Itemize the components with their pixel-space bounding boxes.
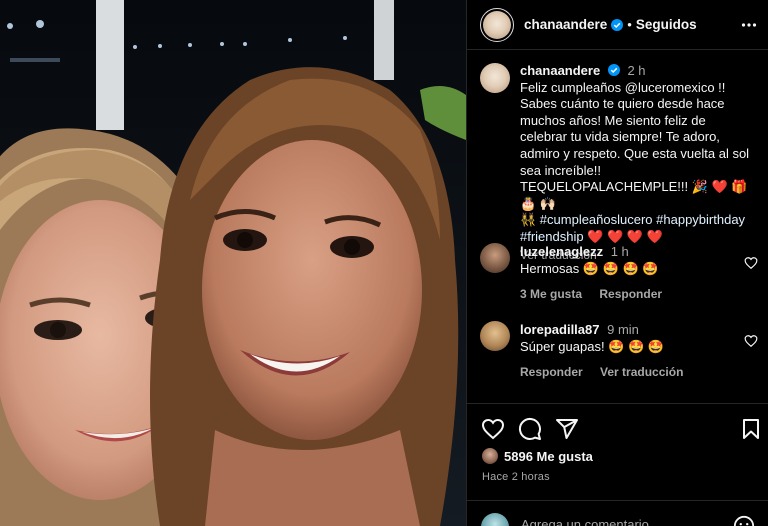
comment-avatar[interactable] bbox=[480, 321, 510, 351]
post-header: chanaandere • Seguidos bbox=[467, 0, 768, 50]
likes-count[interactable]: 5896 Me gusta bbox=[504, 449, 593, 464]
add-comment-input[interactable] bbox=[521, 515, 721, 526]
post-caption: chanaandere 2 h Feliz cumpleaños @lucero… bbox=[480, 63, 760, 263]
heart-icon[interactable] bbox=[744, 334, 758, 348]
comment-text: Súper guapas! 🤩 🤩 🤩 bbox=[520, 339, 664, 354]
caption-avatar[interactable] bbox=[480, 63, 510, 93]
add-comment-row bbox=[467, 500, 768, 526]
caption-text: Feliz cumpleaños @luceromexico !! Sabes … bbox=[520, 79, 753, 211]
comment-item: luzelenaglezz 1 h Hermosas 🤩 🤩 🤩 🤩 3 Me … bbox=[480, 243, 765, 303]
comments-section[interactable]: chanaandere 2 h Feliz cumpleaños @lucero… bbox=[467, 51, 768, 403]
post-actions: 5896 Me gusta Hace 2 horas bbox=[467, 403, 768, 526]
heart-icon[interactable] bbox=[744, 256, 758, 270]
post-time-ago[interactable]: Hace 2 horas bbox=[482, 471, 550, 483]
comment-username[interactable]: lorepadilla87 bbox=[520, 322, 599, 337]
author-avatar[interactable] bbox=[480, 7, 514, 42]
verified-badge-icon bbox=[611, 18, 624, 31]
caption-hashtags[interactable]: 👯‍♀️ #cumpleañoslucero #happybirthday #f… bbox=[520, 212, 756, 245]
post-photo[interactable] bbox=[0, 0, 466, 526]
reply-button[interactable]: Responder bbox=[599, 287, 662, 301]
reply-button[interactable]: Responder bbox=[520, 365, 583, 379]
comment-avatar[interactable] bbox=[480, 243, 510, 273]
comment-text: Hermosas 🤩 🤩 🤩 🤩 bbox=[520, 261, 659, 276]
comment-icon[interactable] bbox=[518, 417, 542, 441]
comment-time[interactable]: 1 h bbox=[611, 244, 629, 259]
save-icon[interactable] bbox=[739, 417, 763, 441]
comment-likes-count[interactable]: 3 Me gusta bbox=[520, 287, 582, 301]
caption-username[interactable]: chanaandere bbox=[520, 63, 600, 78]
share-icon[interactable] bbox=[555, 417, 579, 441]
verified-badge-icon bbox=[607, 64, 620, 76]
emoji-icon[interactable] bbox=[733, 515, 755, 526]
header-separator: • bbox=[627, 17, 632, 32]
comment-username[interactable]: luzelenaglezz bbox=[520, 244, 603, 259]
comment-item: lorepadilla87 9 min Súper guapas! 🤩 🤩 🤩 … bbox=[480, 321, 765, 381]
post-side-panel: chanaandere • Seguidos chanaandere 2 h F… bbox=[466, 0, 768, 526]
comment-time[interactable]: 9 min bbox=[607, 322, 639, 337]
follow-status-button[interactable]: Seguidos bbox=[636, 17, 697, 32]
caption-time[interactable]: 2 h bbox=[627, 63, 645, 78]
photo-illustration bbox=[0, 0, 466, 526]
like-heart-icon[interactable] bbox=[481, 417, 505, 441]
header-username[interactable]: chanaandere bbox=[524, 17, 607, 32]
see-translation-link[interactable]: Ver traducción bbox=[600, 365, 683, 379]
likes-summary[interactable]: 5896 Me gusta bbox=[482, 448, 593, 464]
current-user-avatar bbox=[481, 513, 509, 526]
more-options-icon[interactable] bbox=[741, 17, 757, 33]
liker-avatar bbox=[482, 448, 498, 464]
